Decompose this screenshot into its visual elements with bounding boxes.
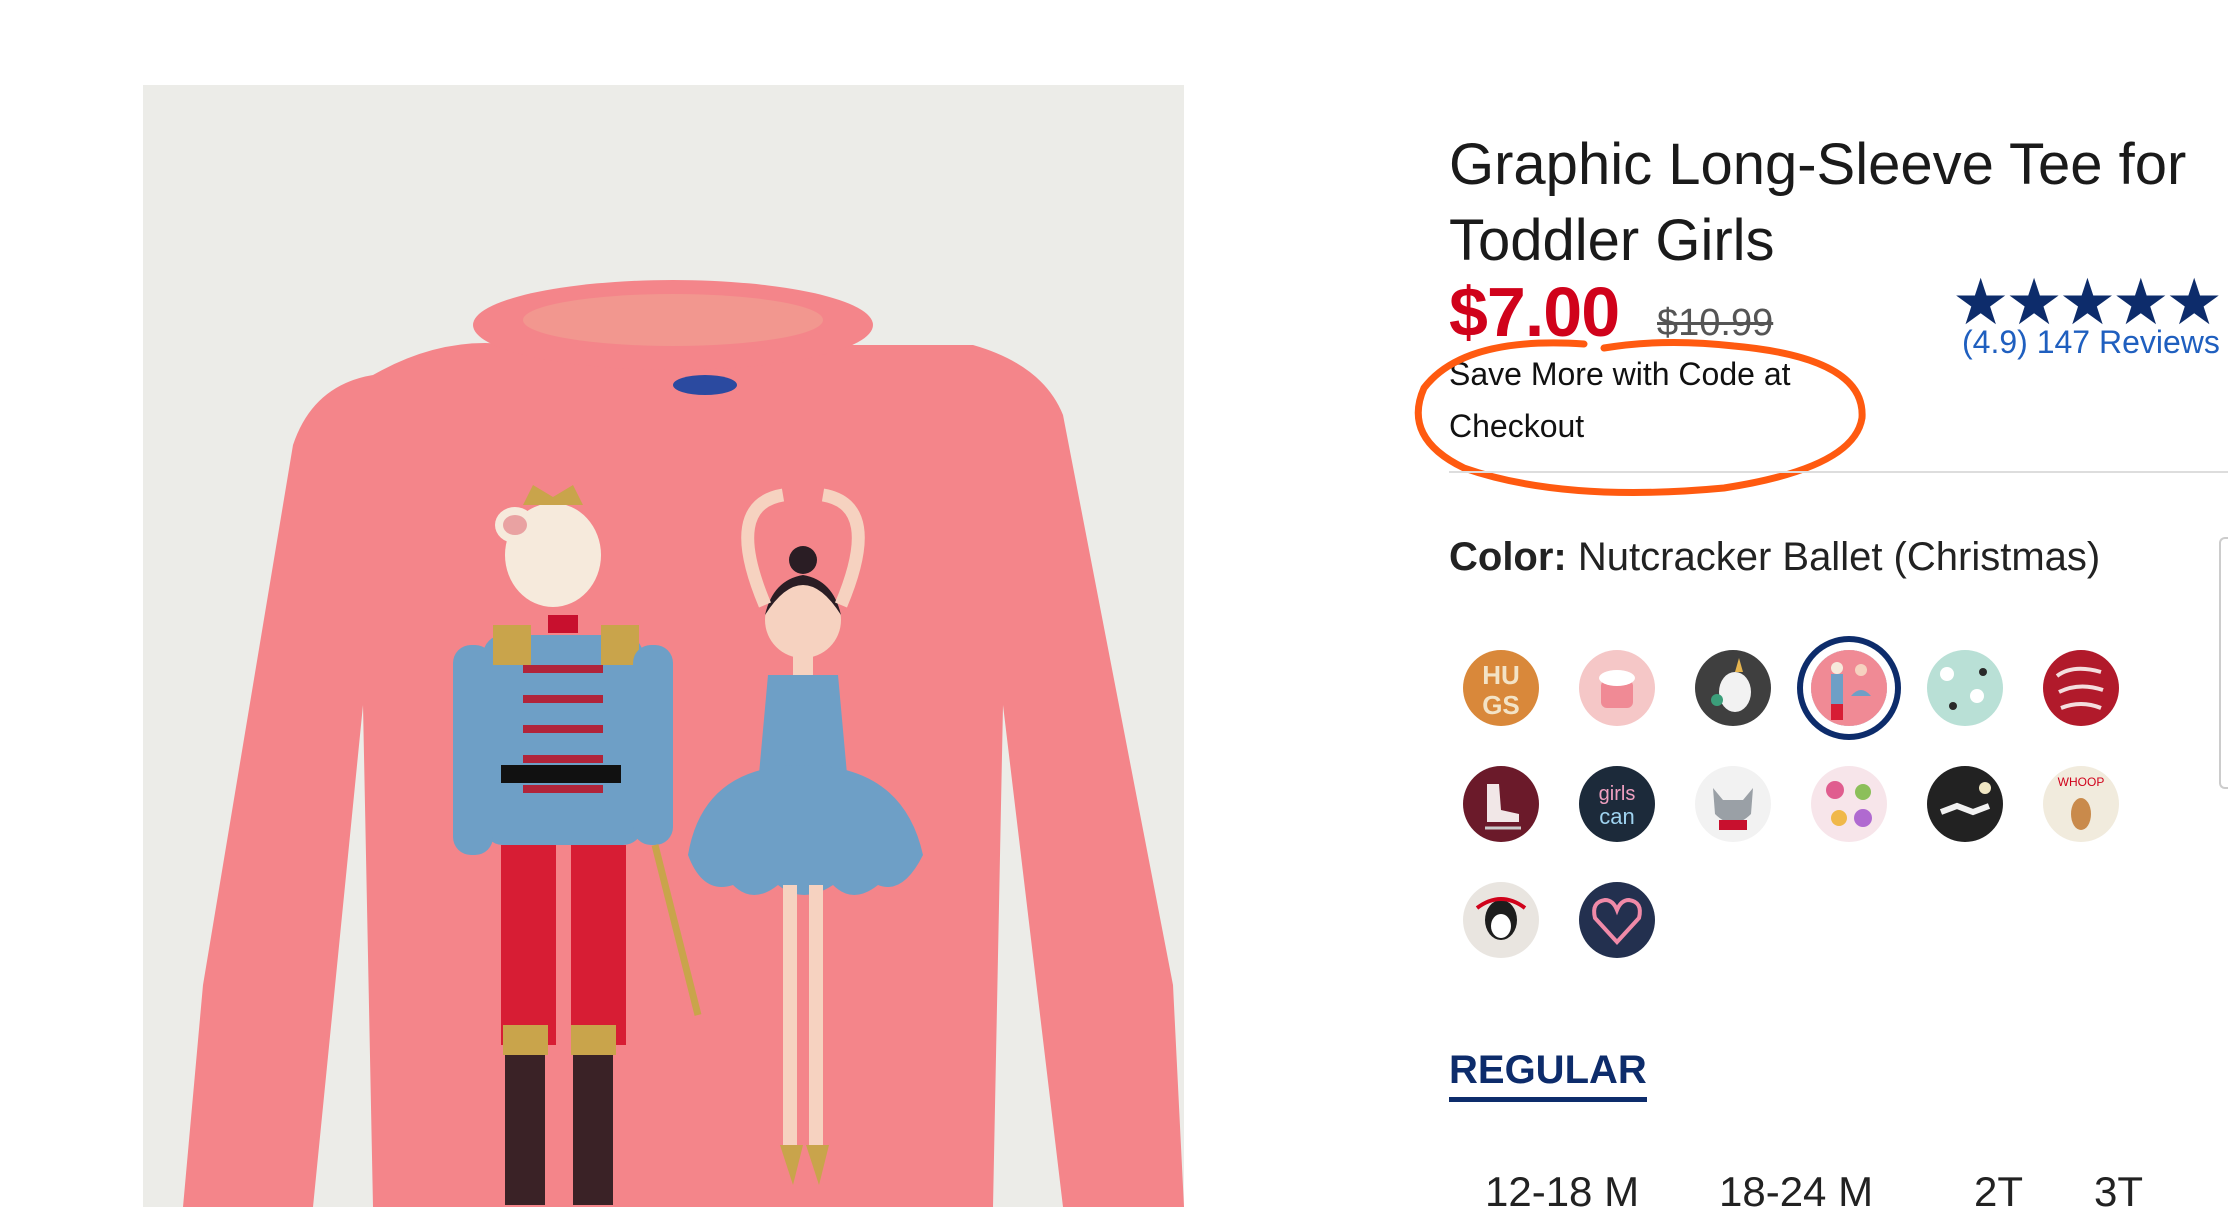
size-option[interactable]: 3T bbox=[2094, 1168, 2143, 1216]
original-price: $10.99 bbox=[1657, 302, 1774, 344]
swatch-cocoa-cup[interactable] bbox=[1579, 650, 1655, 726]
tab-regular-fit[interactable]: REGULAR bbox=[1449, 1048, 1647, 1102]
product-info: Graphic Long-Sleeve Tee for Toddler Girl… bbox=[1414, 0, 2228, 1215]
product-image[interactable] bbox=[143, 85, 1184, 1207]
swatch-floral[interactable] bbox=[1811, 766, 1887, 842]
swatch-reindeer-night[interactable] bbox=[1927, 766, 2003, 842]
color-label-key: Color: bbox=[1449, 535, 1567, 579]
swatch-merry-every-thing[interactable] bbox=[2043, 650, 2119, 726]
svg-text:girls: girls bbox=[1599, 783, 1636, 805]
swatch-hugs[interactable]: HU GS bbox=[1463, 650, 1539, 726]
swatch-ice-skates[interactable] bbox=[1463, 766, 1539, 842]
swatch-wolf[interactable] bbox=[1695, 766, 1771, 842]
svg-text:HU: HU bbox=[1482, 660, 1520, 690]
sale-price: $7.00 bbox=[1449, 273, 1620, 351]
svg-text:WHOOP: WHOOP bbox=[2058, 775, 2105, 789]
color-value: Nutcracker Ballet (Christmas) bbox=[1577, 535, 2101, 579]
rating-stars[interactable]: ★★★★★ bbox=[1952, 270, 2223, 334]
svg-text:can: can bbox=[1599, 804, 1634, 829]
reviews-link[interactable]: (4.9) 147 Reviews bbox=[1962, 324, 2220, 361]
size-option[interactable]: 18-24 M bbox=[1719, 1168, 1873, 1216]
swatch-girls-can[interactable]: girls can bbox=[1579, 766, 1655, 842]
svg-text:GS: GS bbox=[1482, 690, 1520, 720]
swatch-love-heart[interactable] bbox=[1579, 882, 1655, 958]
color-label: Color: Nutcracker Ballet (Christmas) bbox=[1449, 535, 2100, 580]
swatch-nutcracker-ballet[interactable] bbox=[1811, 650, 1887, 726]
swatch-penguin[interactable] bbox=[1463, 882, 1539, 958]
product-title: Graphic Long-Sleeve Tee for Toddler Girl… bbox=[1449, 131, 2187, 273]
size-option[interactable]: 2T bbox=[1974, 1168, 2023, 1216]
panel-edge bbox=[2219, 537, 2228, 789]
shirt-illustration bbox=[143, 85, 1184, 1207]
swatch-mint-pattern[interactable] bbox=[1927, 650, 2003, 726]
swatch-unicorn[interactable] bbox=[1695, 650, 1771, 726]
swatch-whoop-deer[interactable]: WHOOP bbox=[2043, 766, 2119, 842]
size-option[interactable]: 12-18 M bbox=[1485, 1168, 1639, 1216]
promo-text: Save More with Code at Checkout bbox=[1449, 356, 1791, 444]
divider bbox=[1449, 471, 2228, 473]
